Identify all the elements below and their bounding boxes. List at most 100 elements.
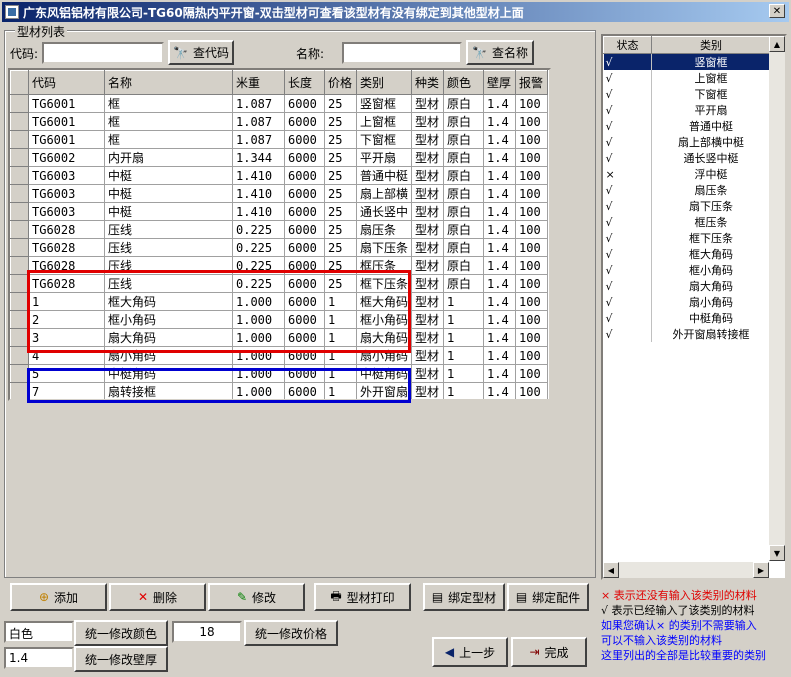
cell-thickness[interactable]: 1.4 <box>483 292 517 311</box>
set-price-button[interactable]: 统一修改价格 <box>244 620 338 646</box>
cell-category[interactable]: 上窗框 <box>356 112 413 131</box>
cell-thickness[interactable]: 1.4 <box>483 112 517 131</box>
row-header[interactable] <box>10 382 29 399</box>
cell-category[interactable]: 扇小角码 <box>356 346 413 365</box>
list-item[interactable]: √ 普通中梃 <box>603 118 771 134</box>
cell-code[interactable]: 3 <box>28 328 105 347</box>
cell-weight[interactable]: 1.000 <box>232 382 285 399</box>
scroll-down-icon[interactable]: ▼ <box>769 545 785 561</box>
row-header[interactable] <box>10 220 29 239</box>
cell-thickness[interactable]: 1.4 <box>483 148 517 167</box>
list-item[interactable]: √ 外开窗扇转接框 <box>603 326 771 342</box>
cell-price[interactable]: 1 <box>324 364 357 383</box>
cell-code[interactable]: TG6003 <box>28 166 105 185</box>
cell-length[interactable]: 6000 <box>285 401 325 402</box>
cell-name[interactable]: 中梃角码 <box>104 364 233 383</box>
list-item[interactable]: × 浮中梃 <box>603 166 771 182</box>
row-header[interactable] <box>10 310 29 329</box>
cell-thickness[interactable]: 1.4 <box>483 382 517 399</box>
cell-kind[interactable]: 型材 <box>411 112 445 131</box>
cell-weight[interactable]: 0.225 <box>232 220 285 239</box>
cell-kind[interactable]: 型材 <box>411 364 445 383</box>
cell-kind[interactable]: 型材 <box>411 148 445 167</box>
cell-color[interactable]: 1 <box>443 310 485 329</box>
cell-name[interactable]: 中梃小角码 <box>105 401 233 402</box>
table-row[interactable]: 7 扇转接框 1.000 6000 1 外开窗扇 型材 1 1.4 100 <box>10 382 549 399</box>
cell-thickness[interactable]: 1.4 <box>483 310 517 329</box>
cell-weight[interactable]: 1.000 <box>232 328 285 347</box>
cell-category[interactable]: 下窗框 <box>356 130 413 149</box>
cell-price[interactable]: 25 <box>324 202 357 221</box>
row-header[interactable] <box>10 256 29 275</box>
cell-category[interactable]: 外开窗扇 <box>356 382 413 399</box>
cell-length[interactable]: 6000 <box>284 256 325 275</box>
table-row[interactable]: TG6003 中梃 1.410 6000 25 扇上部横 型材 原白 1.4 100 <box>10 184 549 203</box>
list-item[interactable]: √ 扇大角码 <box>603 278 771 294</box>
cell-length[interactable]: 6000 <box>284 346 325 365</box>
cell-code[interactable]: TG6028 <box>28 238 105 257</box>
cell-color[interactable]: 原白 <box>443 112 485 131</box>
cell-kind[interactable]: 型材 <box>412 401 444 402</box>
cell-color[interactable]: 1 <box>443 382 485 399</box>
cell-alarm[interactable]: 100 <box>515 274 549 293</box>
table-row[interactable]: 6中梃小角码1.00060001连接件型材11.4100 <box>11 401 548 402</box>
row-header[interactable] <box>11 401 29 402</box>
edit-button[interactable]: ✎ 修改 <box>208 583 305 611</box>
cell-kind[interactable]: 型材 <box>411 94 445 113</box>
cell-price[interactable]: 25 <box>324 148 357 167</box>
table-row[interactable]: TG6028 压线 0.225 6000 25 扇压条 型材 原白 1.4 100 <box>10 220 549 239</box>
scroll-up-icon[interactable]: ▲ <box>769 36 785 52</box>
cell-thickness[interactable]: 1.4 <box>483 328 517 347</box>
row-header[interactable] <box>10 112 29 131</box>
cell-kind[interactable]: 型材 <box>411 310 445 329</box>
cell-kind[interactable]: 型材 <box>411 328 445 347</box>
cell-name[interactable]: 中梃 <box>104 202 233 221</box>
cell-price[interactable]: 1 <box>324 292 357 311</box>
cell-category[interactable]: 竖窗框 <box>356 94 413 113</box>
cell-name[interactable]: 压线 <box>104 238 233 257</box>
cell-thickness[interactable]: 1.4 <box>483 184 517 203</box>
cell-length[interactable]: 6000 <box>284 238 325 257</box>
cell-code[interactable]: TG6003 <box>28 184 105 203</box>
cell-length[interactable]: 6000 <box>284 130 325 149</box>
cell-name[interactable]: 框大角码 <box>104 292 233 311</box>
cell-price[interactable]: 25 <box>324 166 357 185</box>
cell-weight[interactable]: 1.000 <box>232 292 285 311</box>
cell-thickness[interactable]: 1.4 <box>483 238 517 257</box>
cell-price[interactable]: 1 <box>324 328 357 347</box>
cell-price[interactable]: 25 <box>324 130 357 149</box>
cell-code[interactable]: TG6003 <box>28 202 105 221</box>
cell-alarm[interactable]: 100 <box>515 184 549 203</box>
cell-price[interactable]: 25 <box>324 274 357 293</box>
vertical-scrollbar[interactable]: ▲ ▼ <box>769 36 785 561</box>
cell-category[interactable]: 平开扇 <box>356 148 413 167</box>
row-header[interactable] <box>10 148 29 167</box>
col-header-type[interactable]: 类别 <box>651 36 771 54</box>
cell-thickness[interactable]: 1.4 <box>483 220 517 239</box>
row-header[interactable] <box>10 184 29 203</box>
cell-alarm[interactable]: 100 <box>515 166 549 185</box>
cell-weight[interactable]: 0.225 <box>232 256 285 275</box>
cell-kind[interactable]: 型材 <box>411 256 445 275</box>
list-item[interactable]: √ 上窗框 <box>603 70 771 86</box>
thickness-input[interactable]: 1.4 <box>4 647 74 669</box>
col-header-status[interactable]: 状态 <box>603 36 652 54</box>
cell-length[interactable]: 6000 <box>284 382 325 399</box>
cell-kind[interactable]: 型材 <box>411 166 445 185</box>
cell-category[interactable]: 扇上部横 <box>356 184 413 203</box>
finish-button[interactable]: ⇥ 完成 <box>511 637 587 667</box>
cell-category[interactable]: 框下压条 <box>356 274 413 293</box>
cell-alarm[interactable]: 100 <box>515 310 549 329</box>
cell-alarm[interactable]: 100 <box>515 364 549 383</box>
cell-alarm[interactable]: 100 <box>515 130 549 149</box>
cell-price[interactable]: 1 <box>325 401 357 402</box>
print-button[interactable]: 🖶 型材打印 <box>314 583 411 611</box>
bind-part-button[interactable]: ▤ 绑定配件 <box>507 583 589 611</box>
cell-alarm[interactable]: 100 <box>515 346 549 365</box>
cell-category[interactable]: 框小角码 <box>356 310 413 329</box>
cell-kind[interactable]: 型材 <box>411 220 445 239</box>
cell-alarm[interactable]: 100 <box>515 148 549 167</box>
cell-name[interactable]: 扇小角码 <box>104 346 233 365</box>
cell-code[interactable]: 2 <box>28 310 105 329</box>
cell-weight[interactable]: 1.000 <box>232 364 285 383</box>
